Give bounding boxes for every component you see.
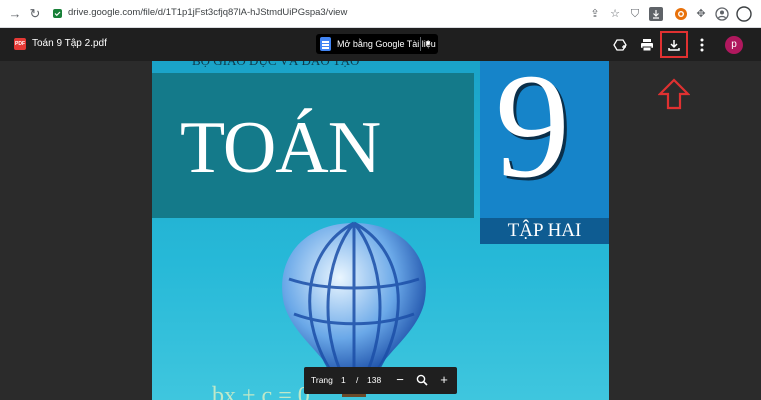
page-zoom-bar: Trang 1 / 138 − + <box>304 367 457 394</box>
publisher-text: BỘ GIÁO DỤC VÀ ĐÀO TẠO <box>192 61 359 69</box>
add-to-drive-icon[interactable] <box>610 35 630 55</box>
grade-panel: 9 TẬP HAI <box>480 61 609 244</box>
page-label: Trang <box>311 375 333 385</box>
page-separator: / <box>356 375 359 385</box>
open-with-dropdown-icon[interactable]: ▼ <box>424 36 432 52</box>
grade-number: 9 <box>495 61 570 209</box>
open-with-divider <box>420 37 421 51</box>
back-arrow-icon[interactable]: → <box>6 5 24 23</box>
pdf-file-icon: PDF <box>14 38 26 50</box>
drive-viewer-header: PDF Toán 9 Tập 2.pdf Mở bằng Google Tài … <box>0 28 761 61</box>
reload-icon[interactable]: ↻ <box>26 5 44 23</box>
zoom-icon[interactable] <box>414 372 430 388</box>
zoom-in-button[interactable]: + <box>436 372 452 388</box>
menu-circle-icon[interactable] <box>735 5 753 23</box>
subject-title: TOÁN <box>180 107 381 189</box>
volume-label: TẬP HAI <box>480 218 609 244</box>
shield-icon[interactable]: ⛉ <box>626 5 644 23</box>
download-highlight-box <box>660 31 688 58</box>
total-pages: 138 <box>367 375 382 385</box>
pdf-page: BỘ GIÁO DỤC VÀ ĐÀO TẠO TOÁN 9 TẬP HAI bx… <box>152 61 609 400</box>
zoom-out-button[interactable]: − <box>392 372 408 388</box>
download-manager-icon[interactable] <box>647 5 665 23</box>
profile-icon[interactable] <box>713 5 731 23</box>
print-icon[interactable] <box>637 35 657 55</box>
up-arrow-annotation-icon <box>658 78 690 110</box>
account-avatar[interactable]: p <box>725 36 743 54</box>
extension-icon[interactable] <box>672 5 690 23</box>
puzzle-extensions-icon[interactable]: ✥ <box>692 5 710 23</box>
url-text: drive.google.com/file/d/1T1p1jFst3cfjq87… <box>68 7 348 18</box>
file-title: Toán 9 Tập 2.pdf <box>32 38 107 49</box>
browser-toolbar: → ↻ drive.google.com/file/d/1T1p1jFst3cf… <box>0 0 761 28</box>
bookmark-star-icon[interactable]: ☆ <box>606 5 624 23</box>
open-with-button[interactable]: Mở bằng Google Tài liệu ▼ <box>316 34 438 54</box>
title-panel: TOÁN <box>152 73 474 218</box>
site-info-icon[interactable] <box>52 8 63 19</box>
address-bar[interactable]: drive.google.com/file/d/1T1p1jFst3cfjq87… <box>48 4 568 24</box>
current-page-input[interactable]: 1 <box>341 375 346 385</box>
share-icon[interactable]: ⇪ <box>586 5 604 23</box>
more-vert-icon[interactable] <box>692 35 712 55</box>
google-docs-icon <box>320 37 331 51</box>
formula-fragment: bx + c = 0 <box>212 383 310 400</box>
